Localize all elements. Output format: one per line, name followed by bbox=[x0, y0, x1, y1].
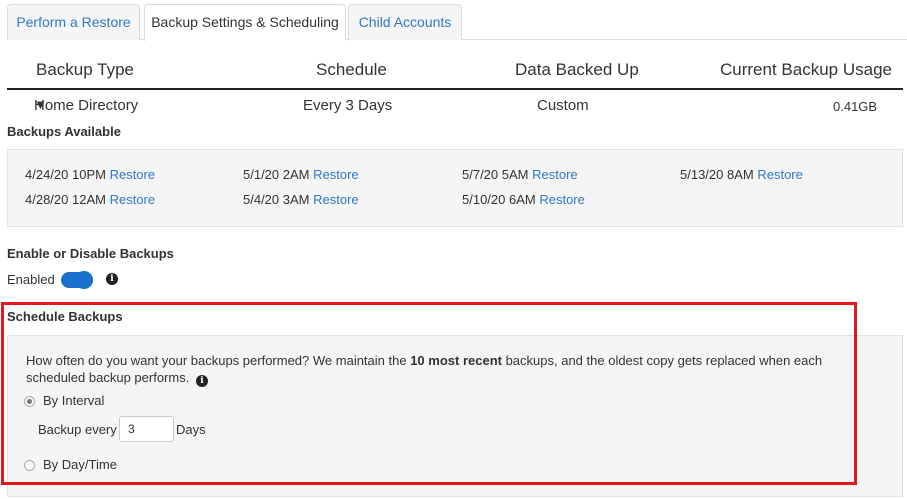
by-interval-radio[interactable] bbox=[24, 396, 35, 407]
enabled-status-label: Enabled bbox=[7, 272, 55, 287]
restore-point: 5/10/20 6AM Restore bbox=[462, 192, 585, 207]
schedule-panel: How often do you want your backups perfo… bbox=[7, 335, 903, 497]
toggle-knob bbox=[76, 272, 92, 288]
restore-link[interactable]: Restore bbox=[110, 167, 156, 182]
restore-link[interactable]: Restore bbox=[539, 192, 585, 207]
schedule-backups-heading: Schedule Backups bbox=[7, 309, 123, 324]
info-icon[interactable]: i bbox=[106, 273, 118, 285]
backup-every-label: Backup every bbox=[38, 422, 117, 437]
restore-link[interactable]: Restore bbox=[532, 167, 578, 182]
schedule-value: Every 3 Days bbox=[303, 97, 393, 114]
by-day-time-label[interactable]: By Day/Time bbox=[43, 457, 117, 472]
header-current-usage: Current Backup Usage bbox=[720, 60, 892, 79]
tab-perform-restore[interactable]: Perform a Restore bbox=[7, 4, 140, 40]
days-label: Days bbox=[176, 422, 206, 437]
table-row: ▼ Home Directory Every 3 Days Custom 0.41… bbox=[7, 92, 903, 122]
restore-link[interactable]: Restore bbox=[110, 192, 156, 207]
restore-link[interactable]: Restore bbox=[757, 167, 803, 182]
restore-point: 5/4/20 3AM Restore bbox=[243, 192, 359, 207]
enable-disable-heading: Enable or Disable Backups bbox=[7, 246, 174, 261]
tab-bar: Perform a Restore Backup Settings & Sche… bbox=[7, 4, 907, 41]
usage-value: 0.41GB bbox=[833, 99, 878, 114]
backup-type-value: Home Directory bbox=[34, 97, 139, 114]
by-interval-label[interactable]: By Interval bbox=[43, 393, 104, 408]
backup-table-header: Backup Type Schedule Data Backed Up Curr… bbox=[7, 52, 903, 90]
restore-link[interactable]: Restore bbox=[313, 167, 359, 182]
tab-child-accounts[interactable]: Child Accounts bbox=[348, 4, 462, 40]
schedule-description: How often do you want your backups perfo… bbox=[26, 353, 823, 387]
header-schedule: Schedule bbox=[316, 60, 387, 79]
restore-point: 5/13/20 8AM Restore bbox=[680, 167, 803, 182]
restore-point: 5/7/20 5AM Restore bbox=[462, 167, 578, 182]
restore-points-panel: 4/24/20 10PM Restore 4/28/20 12AM Restor… bbox=[7, 149, 903, 227]
backups-enabled-toggle[interactable] bbox=[61, 272, 93, 288]
restore-point: 4/28/20 12AM Restore bbox=[25, 192, 156, 207]
header-backup-type: Backup Type bbox=[36, 60, 134, 79]
restore-link[interactable]: Restore bbox=[313, 192, 359, 207]
header-data-backed-up: Data Backed Up bbox=[515, 60, 639, 79]
retention-count: 10 most recent bbox=[410, 353, 502, 368]
restore-point: 5/1/20 2AM Restore bbox=[243, 167, 359, 182]
interval-days-input[interactable] bbox=[119, 416, 174, 442]
backups-available-heading: Backups Available bbox=[7, 124, 121, 139]
info-icon[interactable]: i bbox=[195, 375, 208, 387]
restore-point: 4/24/20 10PM Restore bbox=[25, 167, 156, 182]
by-day-time-radio[interactable] bbox=[24, 460, 35, 471]
tab-backup-settings[interactable]: Backup Settings & Scheduling bbox=[144, 4, 346, 41]
data-backed-up-value: Custom bbox=[537, 97, 589, 114]
